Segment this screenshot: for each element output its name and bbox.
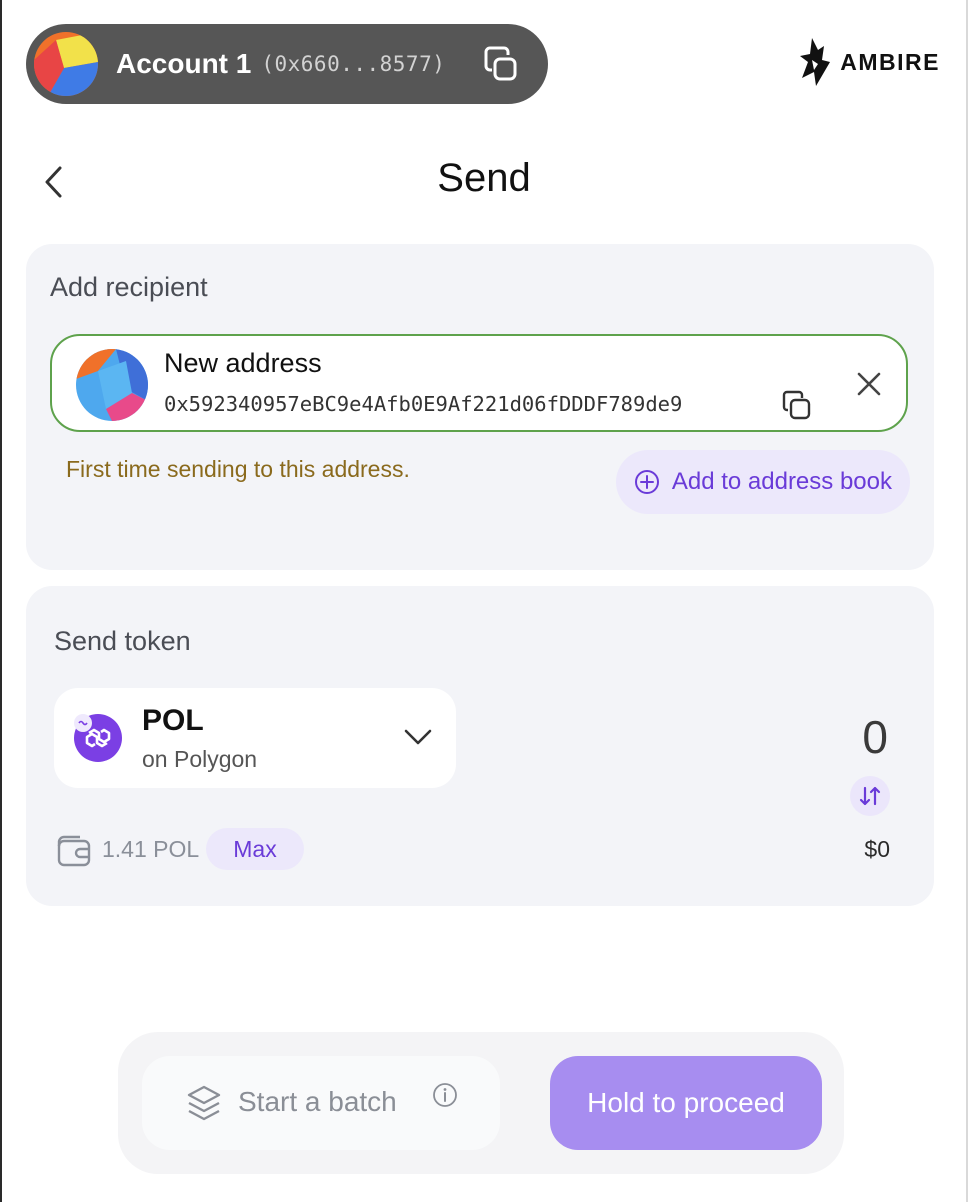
- account-name: Account 1: [116, 48, 252, 79]
- layers-icon: [186, 1084, 222, 1124]
- token-network: on Polygon: [142, 746, 258, 772]
- hold-to-proceed-button[interactable]: Hold to proceed: [550, 1056, 822, 1150]
- wallet-icon: [56, 834, 92, 868]
- swap-currency-button[interactable]: [850, 776, 890, 816]
- add-to-address-book-label: Add to address book: [671, 468, 892, 495]
- swap-vertical-icon: [859, 786, 881, 806]
- token-section-label: Send token: [54, 626, 191, 656]
- token-balance: 1.41 POL: [102, 836, 200, 862]
- amount-input[interactable]: 0: [862, 710, 888, 764]
- max-button[interactable]: Max: [206, 828, 304, 870]
- account-selector[interactable]: Account 1 (0x660...8577): [26, 24, 548, 104]
- copy-icon[interactable]: [780, 388, 814, 422]
- recipient-section-label: Add recipient: [50, 272, 208, 302]
- polygon-token-icon: [74, 714, 122, 762]
- start-batch-button[interactable]: Start a batch: [142, 1056, 500, 1150]
- token-symbol: POL: [142, 704, 204, 737]
- plus-circle-icon: [634, 470, 659, 494]
- usd-value: $0: [864, 836, 890, 862]
- close-icon[interactable]: [854, 369, 884, 399]
- copy-icon[interactable]: [482, 44, 520, 84]
- page-title: Send: [437, 156, 531, 200]
- first-time-warning: First time sending to this address.: [66, 456, 410, 482]
- brand-logo: AMBIRE: [798, 38, 940, 86]
- start-batch-label: Start a batch: [238, 1086, 397, 1117]
- recipient-address: 0x592340957eBC9e4Afb0E9Af221d06fDDDF789d…: [164, 392, 683, 416]
- account-avatar: [34, 32, 98, 96]
- ambire-logo-icon: [800, 38, 831, 86]
- account-address: (0x660...8577): [261, 52, 446, 76]
- recipient-card: Add recipient New address 0x592340957eBC…: [26, 244, 934, 570]
- action-bar: Start a batch Hold to proceed: [118, 1032, 844, 1174]
- recipient-avatar: [76, 349, 148, 421]
- recipient-name: New address: [164, 348, 322, 378]
- brand-name: AMBIRE: [840, 48, 940, 75]
- token-selector[interactable]: POL on Polygon: [54, 688, 456, 788]
- chevron-down-icon: [402, 726, 434, 748]
- add-to-address-book-button[interactable]: Add to address book: [615, 450, 910, 514]
- send-token-card: Send token POL on Polygon 0 $0 1.41 POL …: [26, 586, 934, 906]
- recipient-address-field[interactable]: New address 0x592340957eBC9e4Afb0E9Af221…: [50, 334, 908, 432]
- info-icon[interactable]: [432, 1082, 458, 1108]
